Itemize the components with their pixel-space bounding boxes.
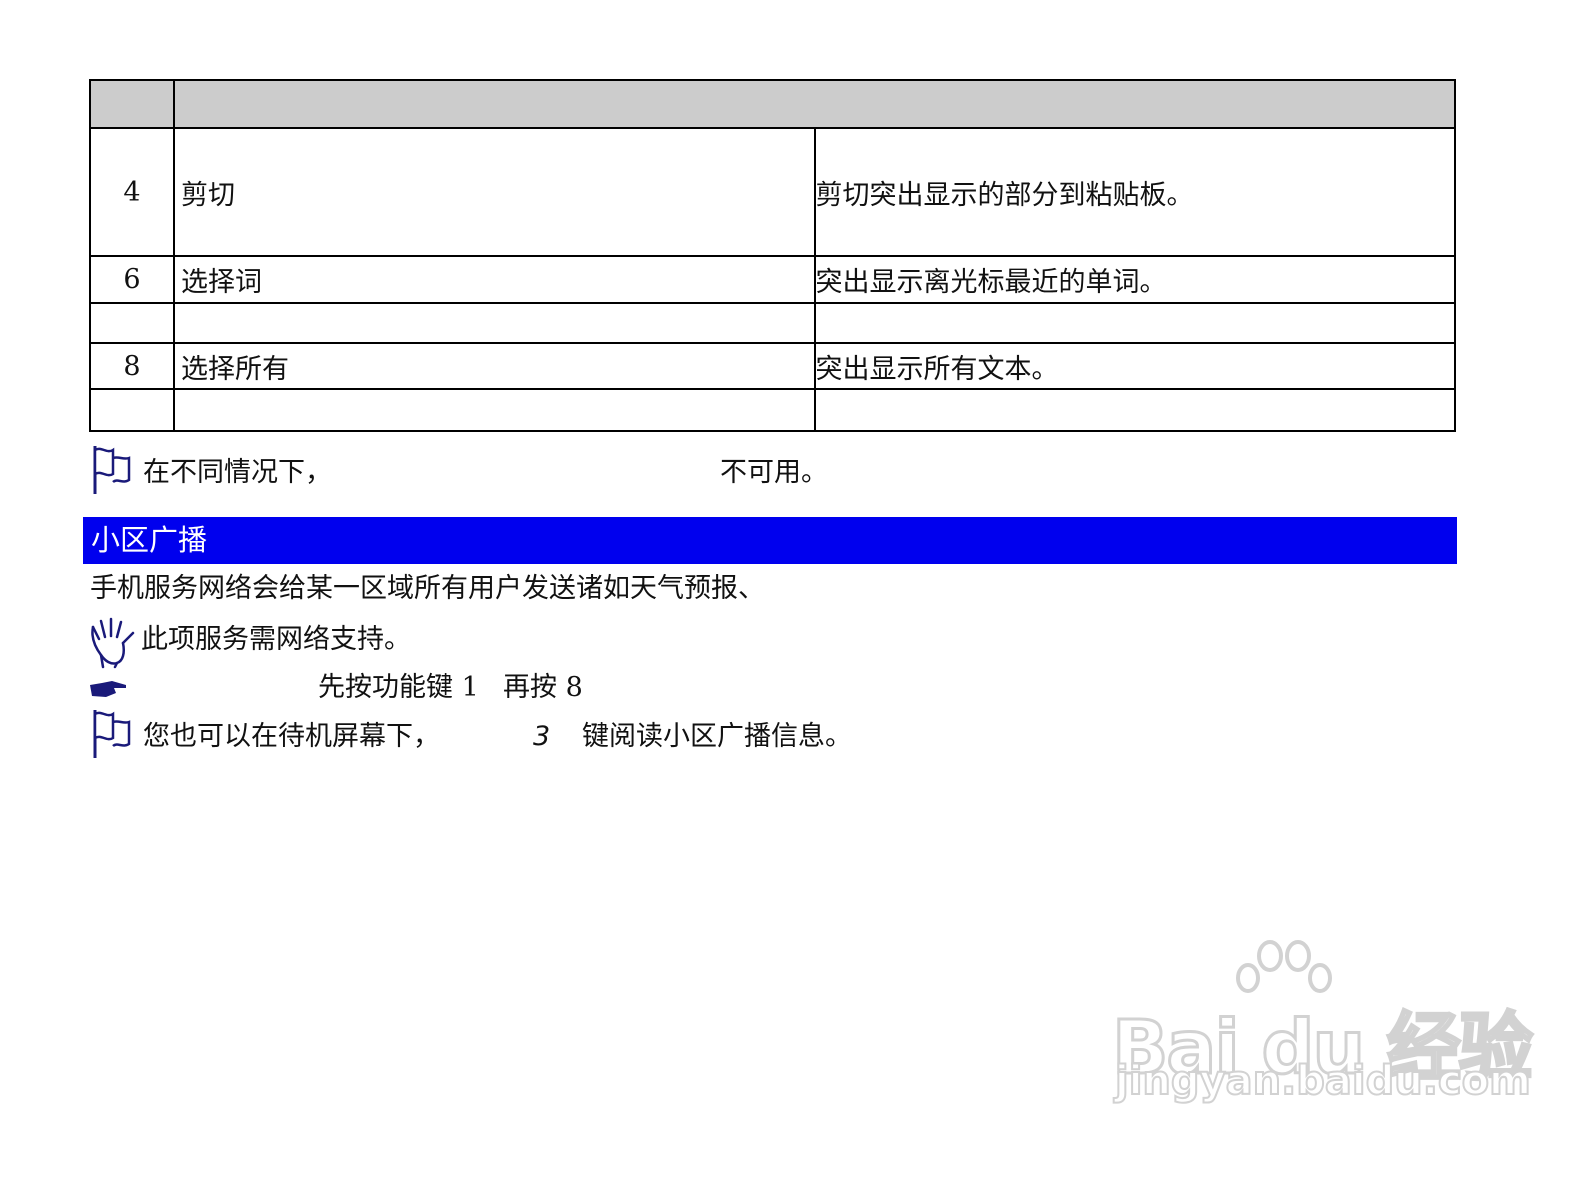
flag-note-icon: [93, 446, 131, 494]
row-number: [89, 388, 175, 432]
function-table: 4 剪切 剪切突出显示的部分到粘贴板。 6 选择词 突出显示离光标最近的单词。 …: [89, 79, 1456, 432]
note-text-end: 不可用。: [720, 457, 828, 488]
watermark-url: jingyan.baidu.com: [1114, 1057, 1532, 1105]
row-number: 8: [89, 342, 175, 390]
flag-note-icon: [93, 710, 131, 758]
row-number: 4: [89, 127, 175, 257]
note2-key: 3: [533, 721, 551, 752]
row-number: [89, 302, 175, 344]
row-function-name: [173, 388, 816, 432]
table-row: 6 选择词 突出显示离光标最近的单词。: [89, 255, 1456, 304]
row-description: 剪切突出显示的部分到粘贴板。: [813, 127, 1456, 257]
row-description: 突出显示离光标最近的单词。: [813, 255, 1456, 304]
row-function-name: 剪切: [173, 127, 816, 257]
row-number: 6: [89, 255, 175, 304]
header-cell-number: [89, 79, 175, 129]
row-function-name: 选择词: [173, 255, 816, 304]
row-description: [813, 302, 1456, 344]
tip-text: 此项服务需网络支持。: [141, 624, 411, 655]
row-description: [813, 388, 1456, 432]
note-text-start: 在不同情况下，: [143, 457, 332, 488]
table-row: [89, 302, 1456, 344]
row-function-name: [173, 302, 816, 344]
header-cell-function: [173, 79, 1456, 129]
section-title: 小区广播: [91, 523, 208, 557]
pointing-hand-icon: [90, 681, 126, 697]
row-function-name: 选择所有: [173, 342, 816, 390]
table-row: 8 选择所有 突出显示所有文本。: [89, 342, 1456, 390]
note2-text-end: 键阅读小区广播信息。: [582, 721, 852, 752]
note2-text-start: 您也可以在待机屏幕下，: [143, 721, 440, 752]
table-header-row: [89, 79, 1456, 129]
shortcut-text-start: 先按功能键 1: [318, 672, 479, 703]
intro-text: 手机服务网络会给某一区域所有用户发送诸如天气预报、: [90, 573, 765, 604]
row-description: 突出显示所有文本。: [813, 342, 1456, 390]
table-row: [89, 388, 1456, 432]
table-row: 4 剪切 剪切突出显示的部分到粘贴板。: [89, 127, 1456, 257]
raised-hand-icon: [91, 617, 135, 669]
shortcut-text-end: 再按 8: [503, 672, 583, 703]
section-heading-bar: 小区广播: [83, 517, 1457, 564]
